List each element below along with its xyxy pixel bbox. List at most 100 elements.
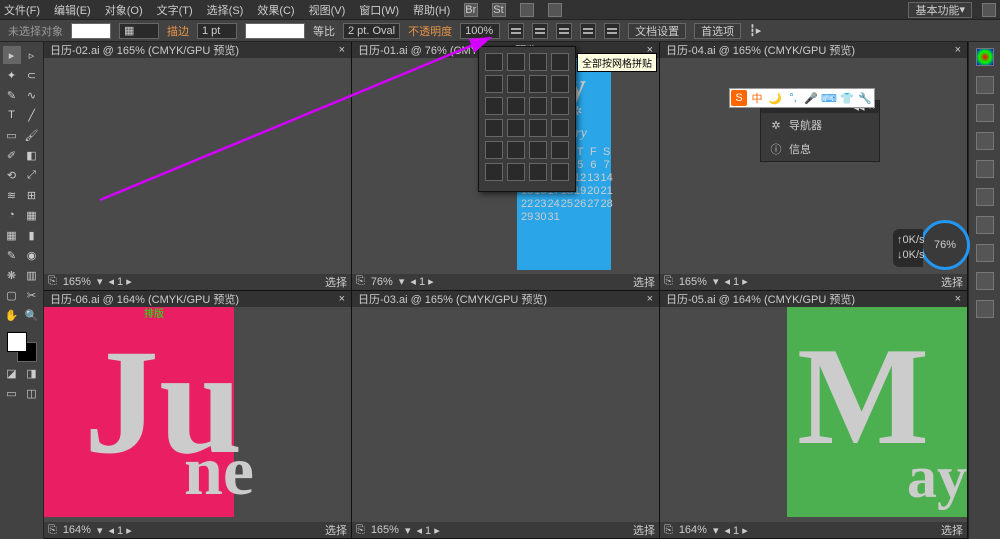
close-icon[interactable]: ×: [339, 44, 345, 56]
zoom-field[interactable]: 164%: [679, 524, 707, 536]
align-icon-5[interactable]: [604, 23, 620, 39]
arrange-opt[interactable]: [551, 97, 569, 115]
ime-skin-icon[interactable]: 👕: [839, 90, 855, 106]
menu-view[interactable]: 视图(V): [309, 2, 346, 18]
curvature-tool[interactable]: ∿: [23, 86, 41, 104]
ime-lang[interactable]: 中: [749, 90, 765, 106]
align-icon-1[interactable]: [508, 23, 524, 39]
menu-edit[interactable]: 编辑(E): [54, 2, 91, 18]
pen-tool[interactable]: ✎: [3, 86, 21, 104]
arrange-opt[interactable]: [529, 119, 547, 137]
color-panel-icon[interactable]: [976, 48, 994, 66]
canvas-5[interactable]: [352, 307, 659, 523]
navigator-info-panel[interactable]: ◂◂× ✲导航器 ⓘ信息: [760, 100, 880, 162]
bridge-icon[interactable]: Br: [464, 3, 478, 17]
gradient-panel-icon[interactable]: [976, 188, 994, 206]
arrange-opt[interactable]: [551, 53, 569, 71]
arrange-opt[interactable]: [529, 141, 547, 159]
close-icon[interactable]: ×: [955, 293, 961, 305]
arrange-opt[interactable]: [485, 97, 503, 115]
artboard-tool[interactable]: ▢: [3, 286, 21, 304]
transparency-panel-icon[interactable]: [976, 216, 994, 234]
opacity-input[interactable]: 100%: [460, 23, 500, 39]
stock-icon[interactable]: St: [492, 3, 506, 17]
line-tool[interactable]: ╱: [23, 106, 41, 124]
zoom-field[interactable]: 165%: [63, 276, 91, 288]
rectangle-tool[interactable]: ▭: [3, 126, 21, 144]
workspace-switcher[interactable]: 基本功能 ▾: [908, 2, 972, 18]
arrange-opt[interactable]: [507, 141, 525, 159]
menu-type[interactable]: 文字(T): [157, 2, 193, 18]
arrange-opt[interactable]: [485, 119, 503, 137]
hand-tool[interactable]: ✋: [3, 306, 21, 324]
flyout-icon[interactable]: ┇▸: [749, 24, 761, 37]
doc-setup-button[interactable]: 文档设置: [628, 23, 686, 39]
graphic-styles-panel-icon[interactable]: [976, 272, 994, 290]
ime-punct-icon[interactable]: °,: [785, 90, 801, 106]
opacity-label[interactable]: 不透明度: [408, 23, 452, 39]
gradient-tool[interactable]: ▮: [23, 226, 41, 244]
sogou-icon[interactable]: S: [731, 90, 747, 106]
color-mode-icon[interactable]: ◪: [3, 364, 21, 382]
zoom-tool[interactable]: 🔍: [23, 306, 41, 324]
network-speed-badge[interactable]: ↑0K/s↓0K/s 76%: [920, 220, 970, 270]
draw-mode-icon[interactable]: ◫: [23, 384, 41, 402]
canvas-4[interactable]: 排版 June: [44, 307, 351, 523]
zoom-field[interactable]: 165%: [371, 524, 399, 536]
shape-builder-tool[interactable]: ◔: [3, 206, 21, 224]
arrange-opt[interactable]: [485, 141, 503, 159]
align-icon-2[interactable]: [532, 23, 548, 39]
stroke-label[interactable]: 描边: [167, 23, 189, 39]
doc-tab-3[interactable]: 日历-04.ai @ 165% (CMYK/GPU 预览)×: [660, 42, 967, 58]
arrange-opt[interactable]: [485, 163, 503, 181]
arrange-opt[interactable]: [551, 141, 569, 159]
stroke-panel-icon[interactable]: [976, 160, 994, 178]
selection-tool[interactable]: ▸: [3, 46, 21, 64]
search-icon[interactable]: [982, 3, 996, 17]
screen-mode-icon[interactable]: ▭: [3, 384, 21, 402]
doc-tab-1[interactable]: 日历-02.ai @ 165% (CMYK/GPU 预览)×: [44, 42, 351, 58]
zoom-field[interactable]: 165%: [679, 276, 707, 288]
blend-tool[interactable]: ◉: [23, 246, 41, 264]
menu-object[interactable]: 对象(O): [105, 2, 143, 18]
canvas-1[interactable]: [44, 58, 351, 274]
arrange-opt[interactable]: [507, 97, 525, 115]
doc-tab-5[interactable]: 日历-03.ai @ 165% (CMYK/GPU 预览)×: [352, 291, 659, 307]
zoom-field[interactable]: 164%: [63, 524, 91, 536]
rotate-tool[interactable]: ⟲: [3, 166, 21, 184]
eyedropper-tool[interactable]: ✎: [3, 246, 21, 264]
column-graph-tool[interactable]: ▥: [23, 266, 41, 284]
arrange-opt[interactable]: [551, 163, 569, 181]
appearance-panel-icon[interactable]: [976, 244, 994, 262]
arrange-opt[interactable]: [507, 53, 525, 71]
arrange-opt[interactable]: [507, 119, 525, 137]
lasso-tool[interactable]: ⊂: [23, 66, 41, 84]
stroke-weight-input[interactable]: 1 pt: [197, 23, 237, 39]
layers-panel-icon[interactable]: [976, 300, 994, 318]
arrange-opt[interactable]: [485, 75, 503, 93]
arrange-opt[interactable]: [507, 163, 525, 181]
width-tool[interactable]: ≋: [3, 186, 21, 204]
gradient-mode-icon[interactable]: ◨: [23, 364, 41, 382]
ime-mic-icon[interactable]: 🎤: [803, 90, 819, 106]
menu-window[interactable]: 窗口(W): [359, 2, 399, 18]
arrange-opt[interactable]: [529, 75, 547, 93]
brushes-panel-icon[interactable]: [976, 104, 994, 122]
symbols-panel-icon[interactable]: [976, 132, 994, 150]
close-icon[interactable]: ×: [647, 293, 653, 305]
arrange-opt[interactable]: [529, 97, 547, 115]
arrange-icon[interactable]: [520, 3, 534, 17]
menu-file[interactable]: 文件(F): [4, 2, 40, 18]
ime-moon-icon[interactable]: 🌙: [767, 90, 783, 106]
arrange-opt[interactable]: [485, 53, 503, 71]
doc-tab-4[interactable]: 日历-06.ai @ 164% (CMYK/GPU 预览)×: [44, 291, 351, 307]
align-icon-4[interactable]: [580, 23, 596, 39]
brush-definition[interactable]: 2 pt. Oval: [343, 23, 400, 39]
menu-effect[interactable]: 效果(C): [257, 2, 294, 18]
mesh-tool[interactable]: ▦: [3, 226, 21, 244]
scale-tool[interactable]: ⤢: [23, 166, 41, 184]
magic-wand-tool[interactable]: ✦: [3, 66, 21, 84]
arrange-opt[interactable]: [529, 53, 547, 71]
canvas-6[interactable]: May: [660, 307, 967, 523]
perspective-tool[interactable]: ▦: [23, 206, 41, 224]
